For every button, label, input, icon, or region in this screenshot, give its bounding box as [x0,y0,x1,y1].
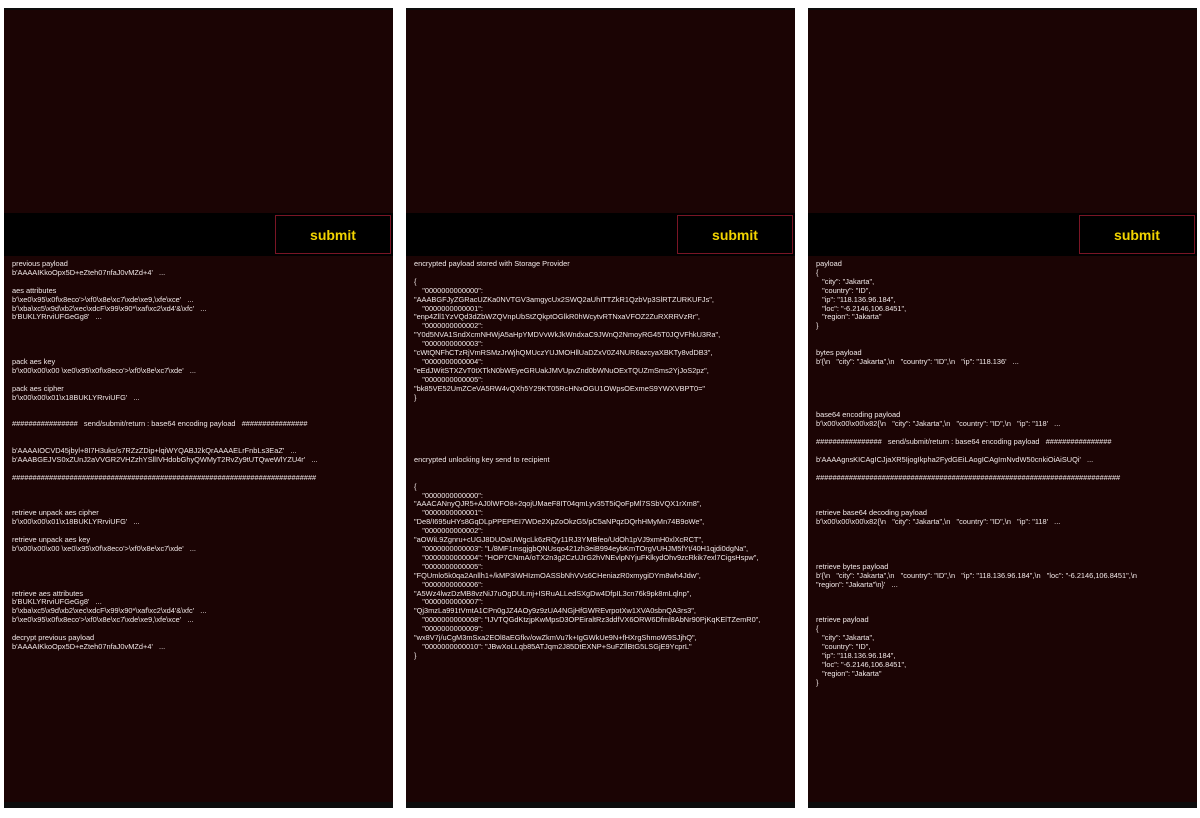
input-bar: submit [808,213,1197,256]
output-log: payload { "city": "Jakarta", "country": … [816,259,1137,687]
display-area [4,10,393,213]
output-log: encrypted payload stored with Storage Pr… [414,259,761,660]
panel-3: submit payload { "city": "Jakarta", "cou… [808,8,1197,808]
submit-button[interactable]: submit [275,215,391,254]
output-log: previous payload b'AAAAIKkoOpx5D+eZteh07… [12,259,318,651]
panel-2: submit encrypted payload stored with Sto… [406,8,795,808]
input-bar: submit [406,213,795,256]
display-area [406,10,795,213]
submit-button[interactable]: submit [1079,215,1195,254]
display-area [808,10,1197,213]
payload-input[interactable] [406,213,676,256]
submit-button[interactable]: submit [677,215,793,254]
payload-input[interactable] [4,213,274,256]
payload-input[interactable] [808,213,1078,256]
panel-1: submit previous payload b'AAAAIKkoOpx5D+… [4,8,393,808]
input-bar: submit [4,213,393,256]
